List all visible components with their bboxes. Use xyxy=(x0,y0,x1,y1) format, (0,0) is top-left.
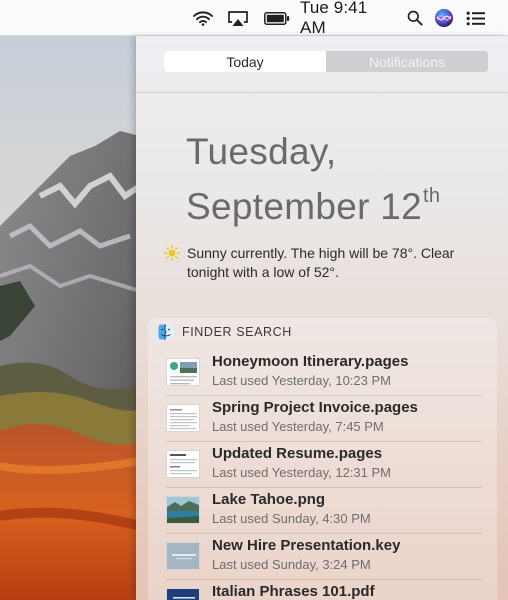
keynote-thumbnail xyxy=(166,542,200,570)
file-name: Spring Project Invoice.pages xyxy=(212,399,418,416)
sun-icon xyxy=(164,245,180,261)
weather-summary: Sunny currently. The high will be 78°. C… xyxy=(164,244,484,282)
weekday-label: Tuesday, xyxy=(186,131,337,172)
file-name: Italian Phrases 101.pdf xyxy=(212,583,375,600)
finder-icon xyxy=(158,324,174,340)
airplay-icon[interactable] xyxy=(225,0,251,36)
weather-text: Sunny currently. The high will be 78°. C… xyxy=(187,245,455,280)
tab-notifications[interactable]: Notifications xyxy=(326,51,488,72)
pages-thumbnail xyxy=(166,450,200,478)
finder-search-widget: FINDER SEARCH Honeymoon Itinerary.pages … xyxy=(148,318,497,600)
finder-results-list: Honeymoon Itinerary.pages Last used Yest… xyxy=(166,350,482,600)
search-result-row[interactable]: Italian Phrases 101.pdf xyxy=(166,580,482,600)
file-name: Lake Tahoe.png xyxy=(212,491,326,508)
month-day-line: September 12th xyxy=(186,174,440,229)
ordinal-suffix: th xyxy=(423,185,441,207)
file-name: New Hire Presentation.key xyxy=(212,537,401,554)
today-notifications-toggle: Today Notifications xyxy=(164,51,488,72)
search-result-row[interactable]: Spring Project Invoice.pages Last used Y… xyxy=(166,396,482,442)
menu-bar: Tue 9:41 AM xyxy=(0,0,508,37)
file-last-used: Last used Yesterday, 7:45 PM xyxy=(212,419,384,434)
notification-center-panel: Today Notifications Tuesday, September 1… xyxy=(136,36,508,600)
file-last-used: Last used Yesterday, 10:23 PM xyxy=(212,373,391,388)
siri-icon[interactable] xyxy=(432,0,456,36)
tab-today[interactable]: Today xyxy=(164,51,326,72)
search-result-row[interactable]: New Hire Presentation.key Last used Sund… xyxy=(166,534,482,580)
file-name: Honeymoon Itinerary.pages xyxy=(212,353,409,370)
file-name: Updated Resume.pages xyxy=(212,445,383,462)
desktop-wallpaper xyxy=(0,36,140,600)
pages-thumbnail xyxy=(166,358,200,386)
pages-thumbnail xyxy=(166,404,200,432)
widget-header: FINDER SEARCH xyxy=(158,324,292,340)
clock[interactable]: Tue 9:41 AM xyxy=(300,0,396,37)
widget-title: FINDER SEARCH xyxy=(182,325,292,339)
file-last-used: Last used Sunday, 3:24 PM xyxy=(212,557,371,572)
notification-center-icon[interactable] xyxy=(464,0,488,36)
search-result-row[interactable]: Updated Resume.pages Last used Yesterday… xyxy=(166,442,482,488)
spotlight-icon[interactable] xyxy=(404,0,426,36)
search-result-row[interactable]: Lake Tahoe.png Last used Sunday, 4:30 PM xyxy=(166,488,482,534)
date-heading: Tuesday, September 12th xyxy=(186,130,440,229)
search-result-row[interactable]: Honeymoon Itinerary.pages Last used Yest… xyxy=(166,350,482,396)
file-last-used: Last used Sunday, 4:30 PM xyxy=(212,511,371,526)
image-thumbnail xyxy=(166,496,200,524)
battery-icon[interactable] xyxy=(262,0,292,36)
file-last-used: Last used Yesterday, 12:31 PM xyxy=(212,465,391,480)
wifi-icon[interactable] xyxy=(190,0,216,36)
pdf-thumbnail xyxy=(166,588,200,600)
month-day-label: September 12 xyxy=(186,186,423,227)
divider xyxy=(136,92,508,93)
